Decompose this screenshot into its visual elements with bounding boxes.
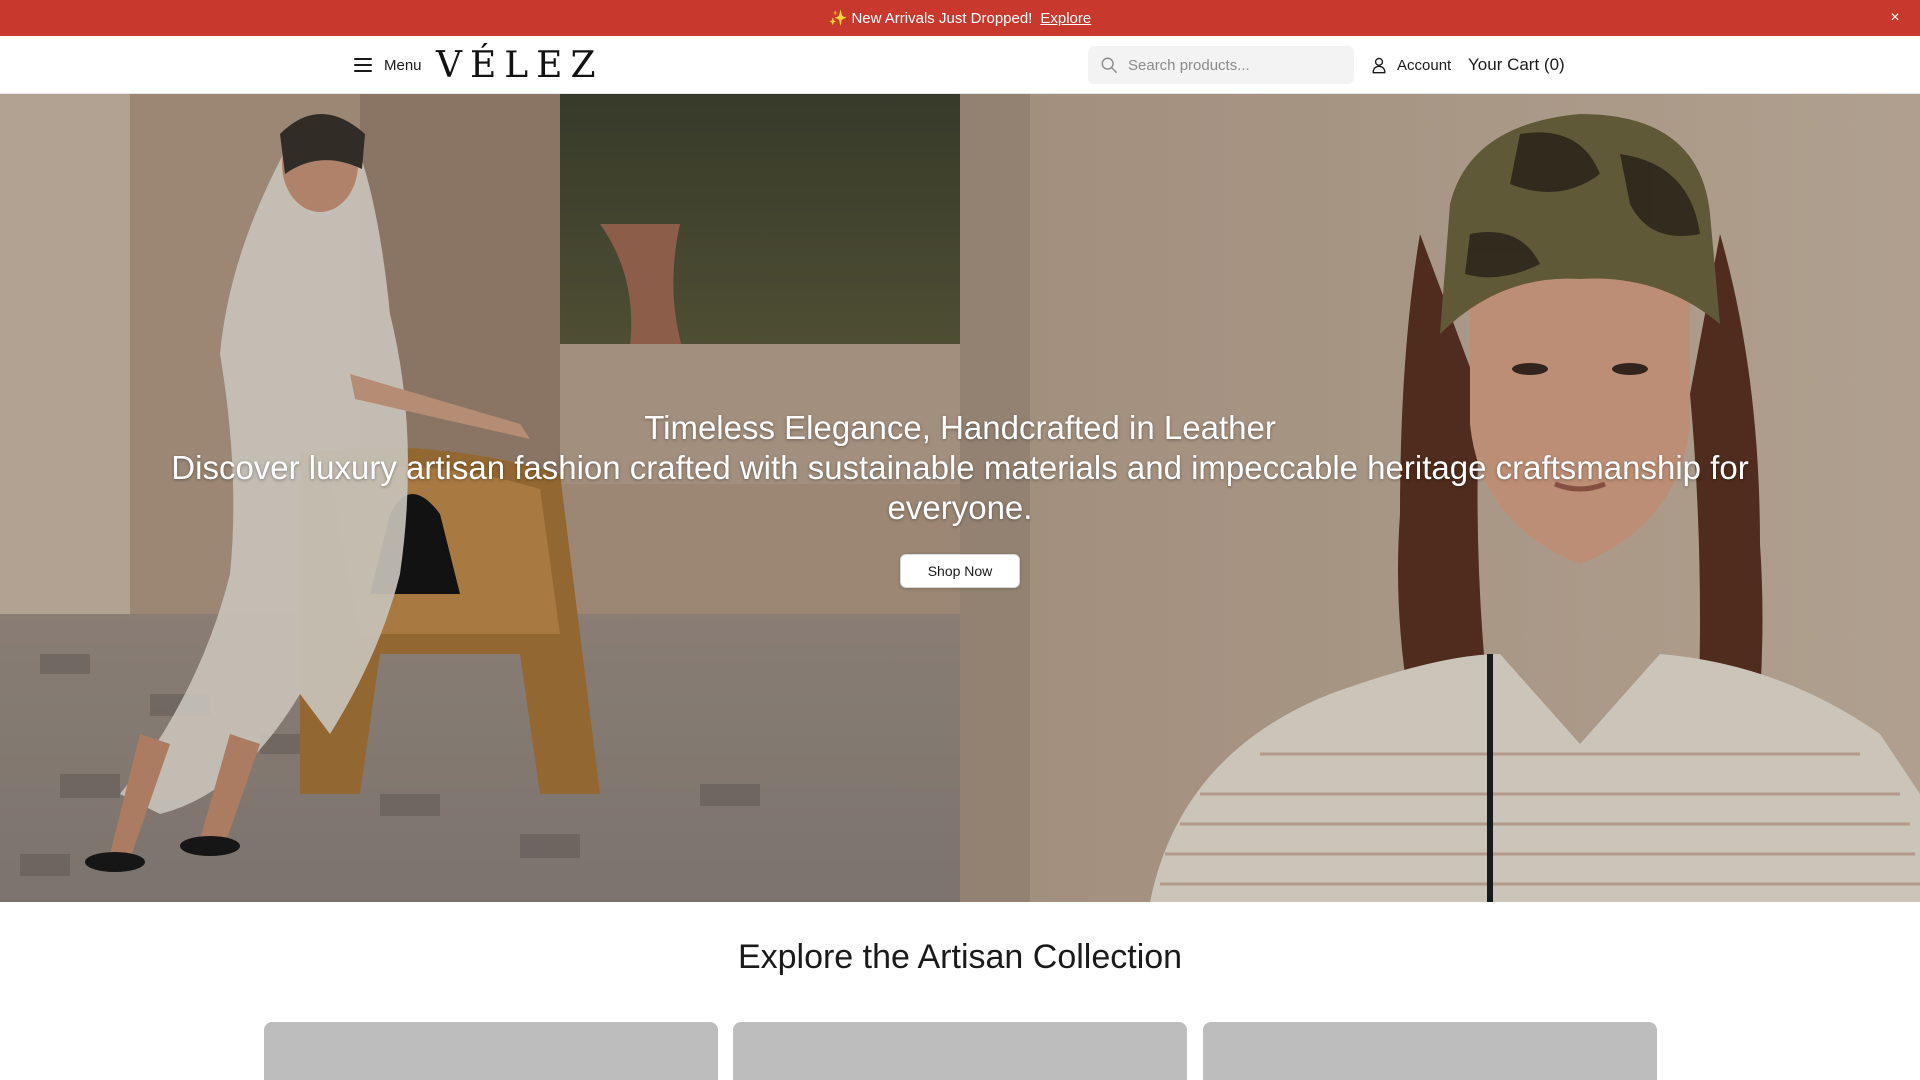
collection-title: Explore the Artisan Collection [737,938,1183,976]
collection-card-1[interactable] [264,1022,718,1080]
site-header: Menu VÉLEZ Account Your Cart (0) [0,36,1920,94]
announcement-bar: ✨ New Arrivals Just Dropped! Explore × [0,0,1920,36]
account-link[interactable]: Account [1370,52,1451,78]
user-icon [1372,57,1386,74]
menu-button[interactable]: Menu [354,53,422,77]
close-icon[interactable]: × [1886,9,1904,27]
search-input[interactable] [1128,56,1338,74]
hero-title: Timeless Elegance, Handcrafted in Leathe… [644,409,1276,446]
search-bar[interactable] [1088,46,1354,84]
hero-subtitle: Discover luxury artisan fashion crafted … [171,449,1749,526]
shop-now-button[interactable]: Shop Now [900,554,1020,588]
sparkles-icon: ✨ [828,10,848,27]
announcement-message: New Arrivals Just Dropped! [851,9,1033,27]
announcement-explore-link[interactable]: Explore [1040,10,1091,27]
hero-text: Timeless Elegance, Handcrafted in Leathe… [120,408,1800,528]
brand-logo[interactable]: VÉLEZ [436,44,603,86]
menu-label: Menu [384,56,422,74]
cart-link[interactable]: Your Cart (0) [1468,52,1565,78]
search-icon [1101,57,1117,73]
hamburger-icon [354,58,372,72]
hero-banner: Timeless Elegance, Handcrafted in Leathe… [0,94,1920,902]
collection-card-3[interactable] [1203,1022,1657,1080]
account-label: Account [1397,56,1452,74]
collection-grid [264,1022,1657,1080]
collection-card-2[interactable] [733,1022,1187,1080]
